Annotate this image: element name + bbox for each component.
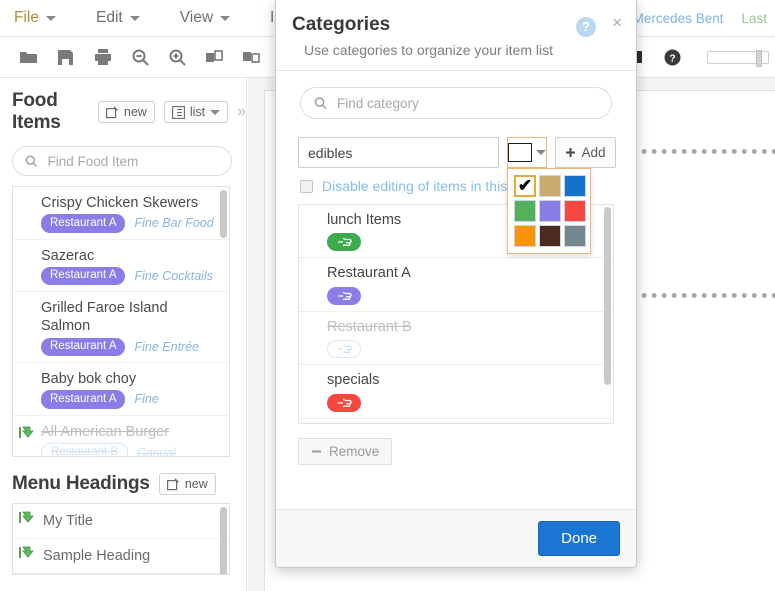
color-picker-button[interactable] <box>507 137 547 168</box>
palette-color-2[interactable] <box>564 175 586 197</box>
palette-color-3[interactable] <box>514 200 536 222</box>
palette-color-7[interactable] <box>539 225 561 247</box>
dialog-subtitle: Use categories to organize your item lis… <box>292 42 620 58</box>
check-icon: ✔ <box>516 177 534 195</box>
dialog-header: Categories Use categories to organize yo… <box>276 0 636 71</box>
palette-color-1[interactable] <box>539 175 561 197</box>
dialog-footer: Done <box>276 509 636 567</box>
category-name: Restaurant B <box>327 319 603 336</box>
color-palette-popup: ✔ <box>507 168 591 254</box>
category-list-item[interactable]: specials <box>299 365 613 418</box>
help-icon[interactable]: ? <box>576 17 596 37</box>
categories-list-scrollbar[interactable] <box>604 207 611 385</box>
pointing-hand-icon <box>337 397 352 409</box>
category-list-item[interactable]: Restaurant B <box>299 312 613 365</box>
categories-dialog: Categories Use categories to organize yo… <box>275 0 637 568</box>
palette-color-6[interactable] <box>514 225 536 247</box>
palette-color-8[interactable] <box>564 225 586 247</box>
palette-color-0[interactable]: ✔ <box>514 175 536 197</box>
category-color-badge <box>327 394 361 412</box>
remove-label: Remove <box>329 444 379 459</box>
search-icon <box>314 96 327 110</box>
category-name: specials <box>327 372 603 389</box>
palette-color-5[interactable] <box>564 200 586 222</box>
category-search-input[interactable] <box>335 95 598 112</box>
remove-category-button[interactable]: Remove <box>298 438 392 465</box>
palette-color-4[interactable] <box>539 200 561 222</box>
category-search-box[interactable] <box>300 87 612 119</box>
plus-icon <box>565 147 576 158</box>
category-list-item[interactable]: Restaurant A <box>299 258 613 311</box>
modal-overlay: Categories Use categories to organize yo… <box>0 0 775 591</box>
selected-color-swatch <box>508 143 532 162</box>
dialog-body: Add Disable editing of items in this cat… <box>276 71 636 509</box>
pointing-hand-icon <box>337 236 352 248</box>
category-color-badge <box>327 340 361 358</box>
close-icon[interactable]: × <box>612 14 622 31</box>
add-category-button[interactable]: Add <box>555 137 616 168</box>
category-color-badge <box>327 233 361 251</box>
disable-editing-checkbox[interactable] <box>300 180 313 193</box>
chevron-down-icon <box>536 150 546 155</box>
add-label: Add <box>581 145 605 160</box>
add-category-row: Add <box>298 137 614 168</box>
pointing-hand-icon <box>337 290 352 302</box>
done-button[interactable]: Done <box>538 521 620 556</box>
category-list-item[interactable]: topicals <box>299 419 613 424</box>
category-name-input[interactable] <box>298 137 499 168</box>
category-name: Restaurant A <box>327 265 603 282</box>
minus-icon <box>311 446 322 457</box>
pointing-hand-icon <box>337 343 352 355</box>
application-root: File Edit View Insert le: Mercedes Bent … <box>0 0 775 591</box>
category-color-badge <box>327 287 361 305</box>
dialog-title: Categories <box>292 14 620 36</box>
